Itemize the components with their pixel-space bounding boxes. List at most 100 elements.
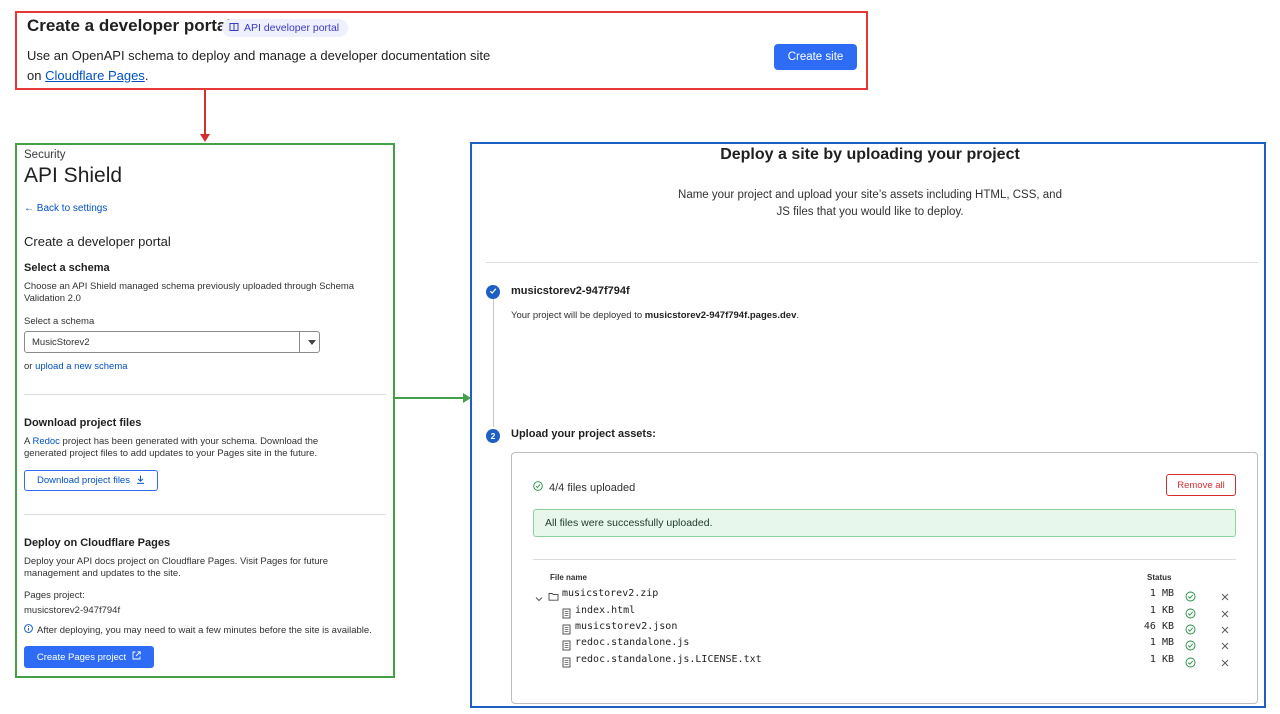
- check-circle-icon: [1185, 622, 1196, 635]
- file-row[interactable]: redoc.standalone.js 1 MB: [533, 636, 1236, 652]
- create-site-button[interactable]: Create site: [774, 44, 857, 70]
- select-divider: [299, 332, 300, 352]
- deploy-info-note: After deploying, you may need to wait a …: [24, 624, 372, 637]
- back-to-settings-link[interactable]: ← Back to settings: [24, 203, 107, 214]
- check-circle-icon: [1185, 589, 1196, 602]
- deploy-target-prefix: Your project will be deployed to: [511, 310, 645, 321]
- pages-project-value: musicstorev2-947f794f: [24, 605, 121, 616]
- select-schema-heading: Select a schema: [24, 262, 110, 274]
- download-icon: [136, 475, 145, 487]
- deploy-pages-description: Deploy your API docs project on Cloudfla…: [24, 556, 328, 579]
- folder-icon: [548, 589, 559, 601]
- file-size: 1 KB: [1149, 605, 1174, 616]
- deploy-target-suffix: .: [796, 310, 799, 321]
- file-size: 1 MB: [1149, 588, 1174, 599]
- file-name: index.html: [575, 605, 636, 616]
- file-row-folder[interactable]: musicstorev2.zip 1 MB: [533, 587, 1236, 603]
- deploy-domain: musicstorev2-947f794f.pages.dev: [644, 310, 797, 321]
- file-icon: [561, 638, 572, 651]
- schema-select-label: Select a schema: [24, 316, 95, 327]
- file-name: musicstorev2.json: [575, 621, 678, 632]
- deploy-target-text: Your project will be deployed to musicst…: [511, 310, 799, 321]
- chevron-down-icon[interactable]: [308, 340, 316, 345]
- upload-schema-line: or upload a new schema: [24, 361, 128, 373]
- close-icon[interactable]: [1220, 606, 1230, 618]
- divider: [486, 262, 1258, 263]
- book-icon: [229, 22, 239, 35]
- api-shield-panel: Security API Shield ← Back to settings C…: [15, 143, 395, 678]
- check-circle-icon: [1185, 638, 1196, 651]
- status-column-header: Status: [1147, 573, 1172, 582]
- close-icon[interactable]: [1220, 655, 1230, 667]
- file-size: 46 KB: [1143, 621, 1174, 632]
- download-button-label: Download project files: [37, 475, 130, 486]
- divider: [533, 559, 1236, 560]
- close-icon[interactable]: [1220, 589, 1230, 601]
- file-name: redoc.standalone.js.LICENSE.txt: [575, 654, 762, 665]
- upload-assets-box: 4/4 files uploaded Remove all All files …: [511, 452, 1258, 704]
- file-size: 1 MB: [1149, 637, 1174, 648]
- step-2-indicator: 2: [486, 429, 500, 443]
- deploy-pages-heading: Deploy on Cloudflare Pages: [24, 537, 171, 549]
- select-schema-description: Choose an API Shield managed schema prev…: [24, 281, 355, 304]
- file-icon: [561, 622, 572, 635]
- file-row[interactable]: redoc.standalone.js.LICENSE.txt 1 KB: [533, 653, 1236, 669]
- remove-all-button[interactable]: Remove all: [1166, 474, 1236, 496]
- card-description: Use an OpenAPI schema to deploy and mana…: [27, 46, 497, 85]
- annotation-arrow-down: [204, 90, 206, 136]
- close-icon[interactable]: [1220, 622, 1230, 634]
- download-project-files-button[interactable]: Download project files: [24, 470, 158, 491]
- check-icon: [489, 287, 497, 297]
- check-circle-icon: [1185, 606, 1196, 619]
- deploy-title: Deploy a site by uploading your project: [720, 146, 1020, 163]
- create-pages-label: Create Pages project: [36, 651, 127, 663]
- cloudflare-pages-link[interactable]: Cloudflare Pages: [45, 68, 145, 83]
- upload-new-schema-link[interactable]: upload a new schema: [35, 361, 127, 372]
- file-name: redoc.standalone.js: [575, 637, 690, 648]
- download-desc-suffix: project has been generated with your sch…: [24, 436, 319, 459]
- redoc-link[interactable]: Redoc: [32, 436, 59, 447]
- upload-success-banner: All files were successfully uploaded.: [533, 509, 1236, 537]
- files-uploaded-count: 4/4 files uploaded: [533, 481, 635, 494]
- annotation-arrowhead-down: [200, 134, 210, 142]
- file-row[interactable]: index.html 1 KB: [533, 604, 1236, 620]
- step-1-complete-indicator: [486, 285, 500, 299]
- file-name: musicstorev2.zip: [562, 588, 659, 599]
- project-name: musicstorev2-947f794f: [511, 285, 630, 297]
- annotation-arrow-right: [394, 397, 464, 399]
- info-icon: [24, 624, 33, 637]
- schema-select-value: MusicStorev2: [32, 337, 90, 348]
- pages-project-label: Pages project:: [24, 590, 85, 601]
- create-portal-heading: Create a developer portal: [24, 234, 171, 249]
- close-icon[interactable]: [1220, 638, 1230, 650]
- upload-assets-heading: Upload your project assets:: [511, 428, 656, 440]
- external-link-icon: [132, 651, 141, 663]
- step-connector: [493, 299, 494, 427]
- file-size: 1 KB: [1149, 654, 1174, 665]
- developer-portal-card: Create a developer portal API developer …: [15, 11, 868, 90]
- schema-select[interactable]: MusicStorev2: [24, 331, 320, 353]
- check-circle-icon: [1185, 655, 1196, 668]
- file-icon: [561, 655, 572, 668]
- files-uploaded-text: 4/4 files uploaded: [549, 481, 636, 494]
- file-row[interactable]: musicstorev2.json 46 KB: [533, 620, 1236, 636]
- api-developer-portal-badge: API developer portal: [222, 19, 349, 37]
- badge-label: API developer portal: [244, 22, 340, 34]
- section-label: Security: [24, 149, 66, 161]
- check-circle-icon: [533, 481, 543, 494]
- info-text: After deploying, you may need to wait a …: [37, 624, 372, 636]
- divider: [24, 514, 386, 515]
- download-files-description: A Redoc project has been generated with …: [24, 436, 344, 460]
- deploy-description: Name your project and upload your site’s…: [678, 189, 1062, 218]
- card-title: Create a developer portal: [27, 16, 232, 35]
- divider: [24, 394, 386, 395]
- page-title: API Shield: [24, 164, 123, 187]
- or-text: or: [24, 361, 36, 372]
- file-name-column-header: File name: [550, 573, 587, 582]
- file-icon: [561, 606, 572, 619]
- create-pages-project-button[interactable]: Create Pages project: [24, 646, 154, 668]
- deploy-site-panel: Deploy a site by uploading your project …: [470, 142, 1266, 708]
- description-suffix: .: [144, 67, 149, 83]
- download-files-heading: Download project files: [24, 417, 142, 429]
- chevron-down-icon[interactable]: [535, 590, 543, 602]
